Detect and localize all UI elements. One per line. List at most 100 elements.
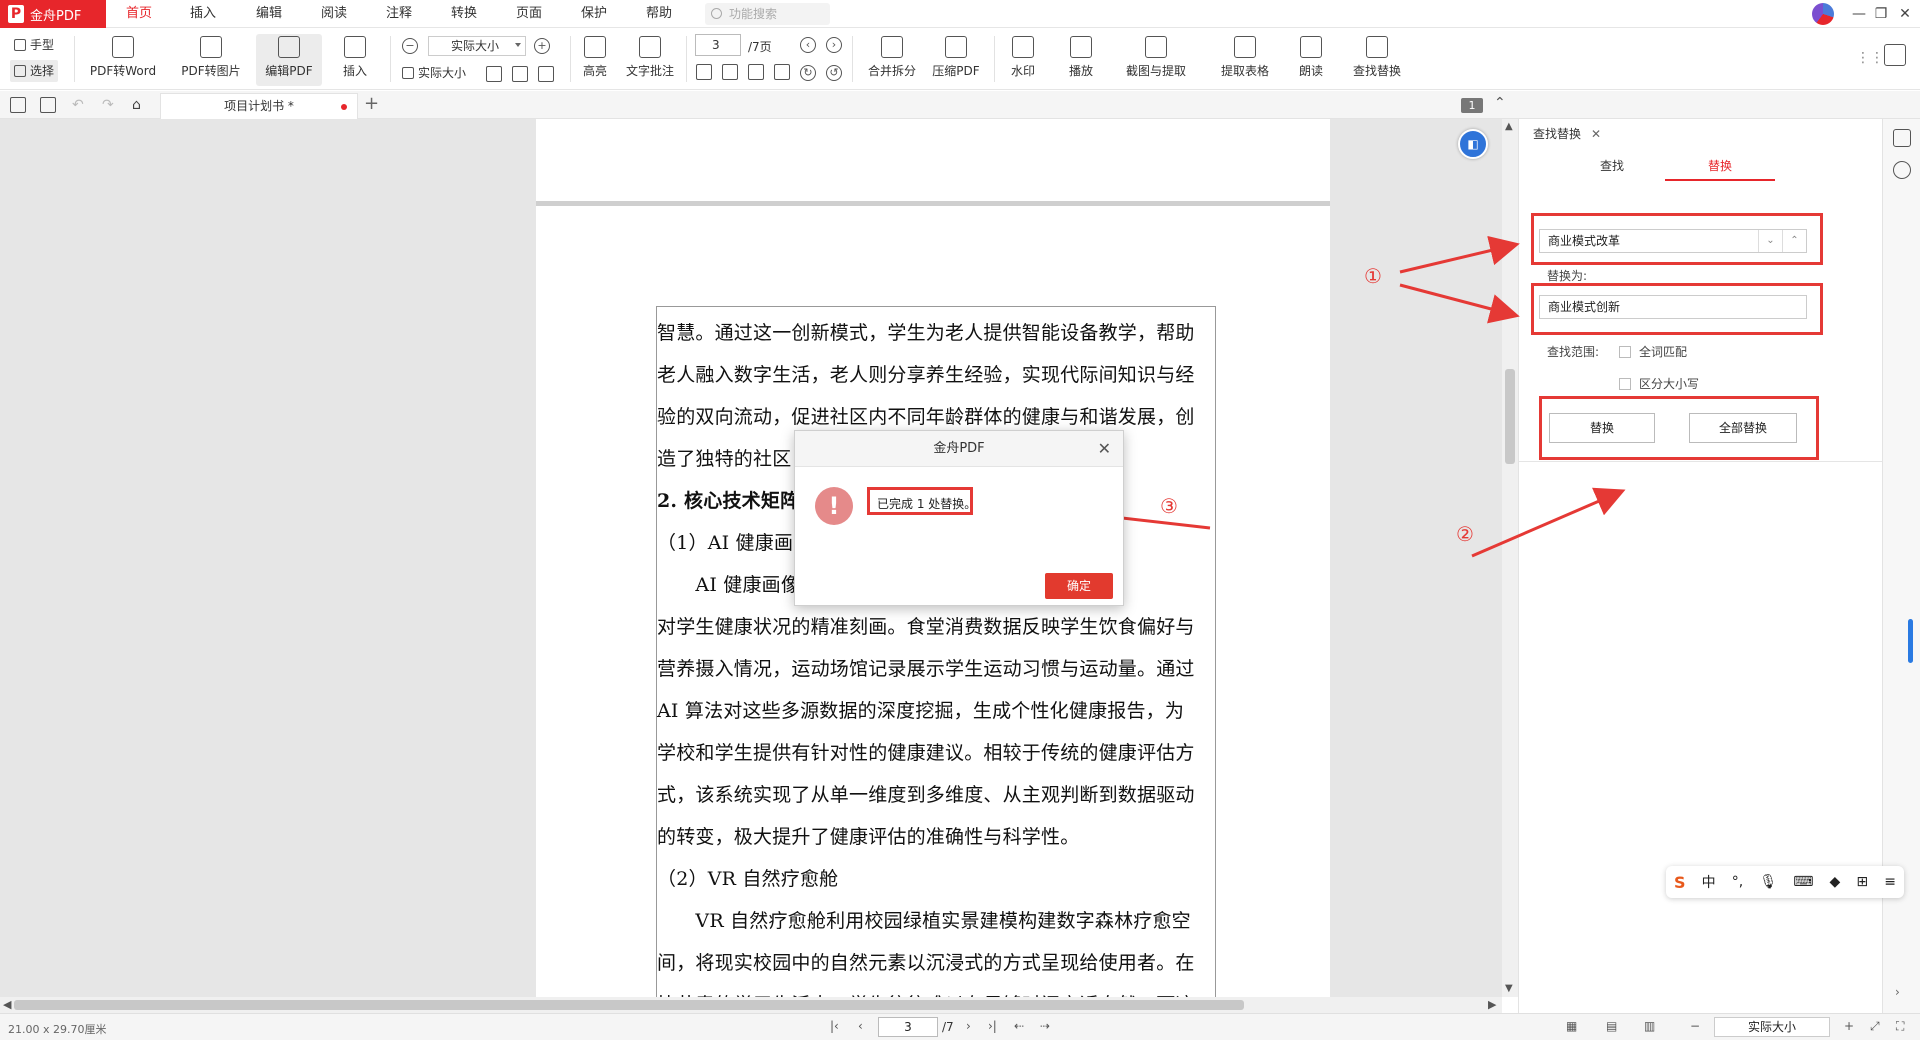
rotate-left-icon[interactable]: ↺ (826, 65, 842, 81)
screenshot-extract-button[interactable]: 截图与提取 (1118, 34, 1194, 86)
page-mode-icon[interactable]: ▤ (1606, 1019, 1617, 1033)
last-page-icon[interactable]: ›| (988, 1019, 997, 1033)
next-page-icon[interactable]: › (826, 37, 842, 53)
edit-pdf-button[interactable]: 编辑PDF (256, 34, 322, 86)
skin-icon[interactable]: ◆ (1830, 874, 1841, 890)
pdf-to-image-button[interactable]: PDF转图片 (172, 34, 250, 86)
merge-split-button[interactable]: 合并拆分 (862, 34, 922, 86)
single-page-icon[interactable] (696, 64, 712, 80)
next-page-icon[interactable]: › (966, 1019, 971, 1033)
status-zoom-select[interactable]: 实际大小 (1714, 1017, 1830, 1037)
pdf-to-word-button[interactable]: PDF转Word (84, 34, 162, 86)
menu-insert[interactable]: 插入 (176, 0, 230, 28)
print-icon[interactable] (10, 97, 26, 113)
scroll-down-icon[interactable]: ▼ (1505, 983, 1513, 994)
settings-sliders-icon[interactable] (1893, 129, 1911, 147)
watermark-button[interactable]: 水印 (1004, 34, 1042, 86)
zoom-in-icon[interactable]: + (534, 38, 550, 54)
highlight-button[interactable]: 高亮 (574, 34, 616, 86)
ai-assistant-icon[interactable]: ◧ (1458, 129, 1488, 159)
actual-size-button[interactable]: 实际大小 (398, 62, 470, 84)
page-total-label: /7页 (748, 40, 772, 54)
zoom-in-icon[interactable]: + (1844, 1019, 1854, 1033)
menu-help[interactable]: 帮助 (632, 0, 686, 28)
horizontal-scrollbar[interactable]: ◀ ▶ (0, 997, 1502, 1013)
play-button[interactable]: 播放 (1062, 34, 1100, 86)
zoom-out-icon[interactable]: − (402, 38, 418, 54)
status-page-input[interactable]: 3 (878, 1017, 938, 1037)
rotate-right-icon[interactable]: ↻ (800, 65, 816, 81)
fit-screen-icon[interactable]: ⤢ (1870, 1019, 1880, 1034)
add-tab-icon[interactable]: + (364, 93, 379, 114)
close-window-icon[interactable]: ✕ (1890, 0, 1920, 28)
redo-icon[interactable]: ↷ (102, 97, 118, 113)
horizontal-scroll-thumb[interactable] (14, 1000, 1244, 1010)
first-page-icon[interactable]: |‹ (830, 1019, 839, 1033)
layout-grid-icon[interactable] (1884, 44, 1906, 66)
text-note-button[interactable]: 文字批注 (622, 34, 678, 86)
toolbox-icon[interactable]: ⊞ (1856, 874, 1868, 890)
close-panel-icon[interactable]: ✕ (1591, 127, 1601, 141)
ime-menu-icon[interactable]: ≡ (1884, 874, 1896, 890)
tab-find[interactable]: 查找 (1557, 157, 1667, 174)
extract-table-button[interactable]: 提取表格 (1212, 34, 1278, 86)
vertical-scroll-thumb[interactable] (1505, 369, 1515, 464)
insert-button[interactable]: 插入 (334, 34, 376, 86)
menu-page[interactable]: 页面 (502, 0, 556, 28)
view-mode-icon[interactable]: ▦ (1566, 1019, 1577, 1033)
scroll-right-icon[interactable]: ▶ (1488, 998, 1496, 1011)
vertical-scrollbar[interactable]: ▲ ▼ (1502, 119, 1518, 997)
ok-button[interactable]: 确定 (1045, 573, 1113, 599)
compress-pdf-button[interactable]: 压缩PDF (928, 34, 984, 86)
text-select-icon[interactable] (538, 66, 554, 82)
menu-home[interactable]: 首页 (112, 0, 166, 28)
chevron-up-icon[interactable]: ⌃ (1494, 95, 1506, 111)
search-icon[interactable] (1893, 161, 1911, 179)
select-tool-button[interactable]: 选择 (10, 60, 59, 82)
continuous-icon[interactable] (774, 64, 790, 80)
user-avatar[interactable] (1812, 3, 1834, 25)
fit-width-icon[interactable] (512, 66, 528, 82)
document-viewport[interactable]: 智慧。通过这一创新模式，学生为老人提供智能设备教学，帮助 老人融入数字生活，老人则… (0, 119, 1502, 997)
prev-page-icon[interactable]: ‹ (858, 1019, 863, 1033)
find-replace-panel-tab[interactable]: 查找替换 ✕ (1533, 125, 1601, 142)
menu-read[interactable]: 阅读 (307, 0, 361, 28)
function-search-input[interactable]: 功能搜索 (705, 3, 830, 25)
back-view-icon[interactable]: ⇠ (1014, 1019, 1024, 1033)
microphone-icon[interactable]: 🎙 (1759, 874, 1777, 890)
tab-replace[interactable]: 替换 (1665, 157, 1775, 174)
ime-language[interactable]: 中 (1702, 872, 1716, 892)
fullscreen-icon[interactable]: ⛶ (1896, 1019, 1904, 1034)
undo-icon[interactable]: ↶ (72, 97, 88, 113)
menu-annotate[interactable]: 注释 (372, 0, 426, 28)
book-view-icon[interactable] (748, 64, 764, 80)
forward-view-icon[interactable]: ⇢ (1040, 1019, 1050, 1033)
zoom-out-icon[interactable]: − (1690, 1019, 1700, 1033)
hand-tool-button[interactable]: 手型 (10, 34, 58, 56)
double-page-icon[interactable] (722, 64, 738, 80)
punctuation-icon[interactable]: °, (1732, 874, 1743, 890)
zoom-select[interactable]: 实际大小 (428, 36, 526, 56)
scroll-left-icon[interactable]: ◀ (3, 998, 11, 1011)
prev-page-icon[interactable]: ‹ (800, 37, 816, 53)
drag-handle-icon[interactable]: ⋮⋮ (1856, 50, 1884, 66)
save-icon[interactable] (40, 97, 56, 113)
whole-word-checkbox[interactable]: 全词匹配 (1619, 343, 1687, 360)
scroll-up-icon[interactable]: ▲ (1505, 121, 1513, 132)
keyboard-icon[interactable]: ⌨ (1793, 874, 1813, 890)
app-logo[interactable]: P 金舟PDF (0, 0, 106, 28)
find-replace-button[interactable]: 查找替换 (1348, 34, 1406, 86)
fit-page-icon[interactable] (486, 66, 502, 82)
sogou-logo-icon[interactable]: S (1674, 873, 1686, 892)
menu-edit[interactable]: 编辑 (242, 0, 296, 28)
menu-protect[interactable]: 保护 (567, 0, 621, 28)
chevron-right-icon[interactable]: › (1895, 985, 1900, 999)
read-aloud-button[interactable]: 朗读 (1294, 34, 1328, 86)
match-case-checkbox[interactable]: 区分大小写 (1619, 375, 1699, 392)
close-icon[interactable]: ✕ (1098, 431, 1111, 467)
double-page-mode-icon[interactable]: ▥ (1644, 1019, 1655, 1033)
menu-convert[interactable]: 转换 (437, 0, 491, 28)
document-tab[interactable]: 项目计划书 * (160, 93, 358, 119)
page-number-input[interactable]: 3 (695, 34, 741, 56)
home-icon[interactable]: ⌂ (132, 97, 148, 113)
